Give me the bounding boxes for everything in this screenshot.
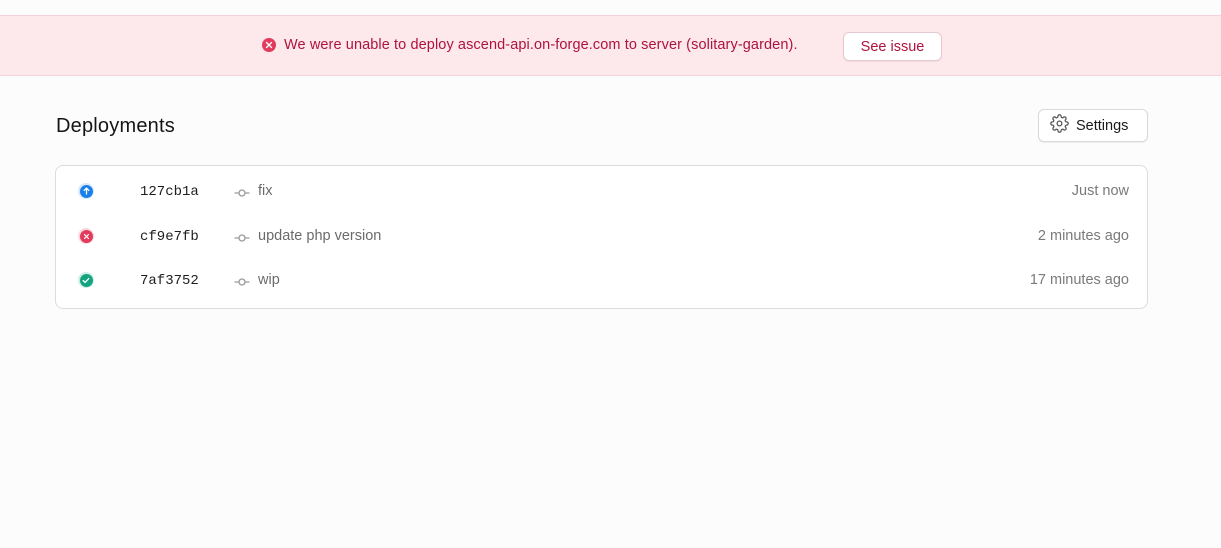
gear-icon [1050, 113, 1069, 138]
page: We were unable to deploy ascend-api.on-f… [0, 0, 1221, 548]
git-commit-icon [234, 231, 250, 249]
commit-hash: 7af3752 [140, 273, 199, 289]
deployments-list: 127cb1a fix Just now cf9e7fb update php … [55, 165, 1148, 309]
commit-hash: cf9e7fb [140, 229, 199, 245]
deployment-time: 2 minutes ago [1037, 228, 1129, 244]
commit-message: wip [258, 272, 280, 288]
x-circle-icon [262, 38, 276, 52]
git-commit-icon [234, 186, 250, 204]
check-icon [79, 273, 93, 287]
commit-message: fix [258, 183, 273, 199]
deploy-error-banner: We were unable to deploy ascend-api.on-f… [0, 15, 1221, 76]
deployment-row[interactable]: cf9e7fb update php version 2 minutes ago [56, 215, 1149, 259]
deployment-time: Just now [1071, 183, 1129, 199]
deployment-row[interactable]: 127cb1a fix Just now [56, 170, 1149, 214]
alert-message: We were unable to deploy ascend-api.on-f… [284, 37, 798, 53]
page-title: Deployments [56, 115, 175, 137]
commit-hash: 127cb1a [140, 184, 199, 200]
top-edge [0, 0, 1221, 15]
x-icon [79, 229, 93, 243]
git-commit-icon [234, 275, 250, 293]
deployment-row[interactable]: 7af3752 wip 17 minutes ago [56, 259, 1149, 303]
deploying-status [78, 183, 94, 199]
failed-status [78, 228, 94, 244]
settings-button[interactable]: Settings [1038, 109, 1148, 142]
deployment-time: 17 minutes ago [1029, 272, 1129, 288]
see-issue-button[interactable]: See issue [843, 32, 942, 61]
commit-message: update php version [258, 228, 382, 244]
settings-label: Settings [1076, 117, 1129, 134]
success-status [78, 272, 94, 288]
arrow-up-icon [79, 184, 93, 198]
